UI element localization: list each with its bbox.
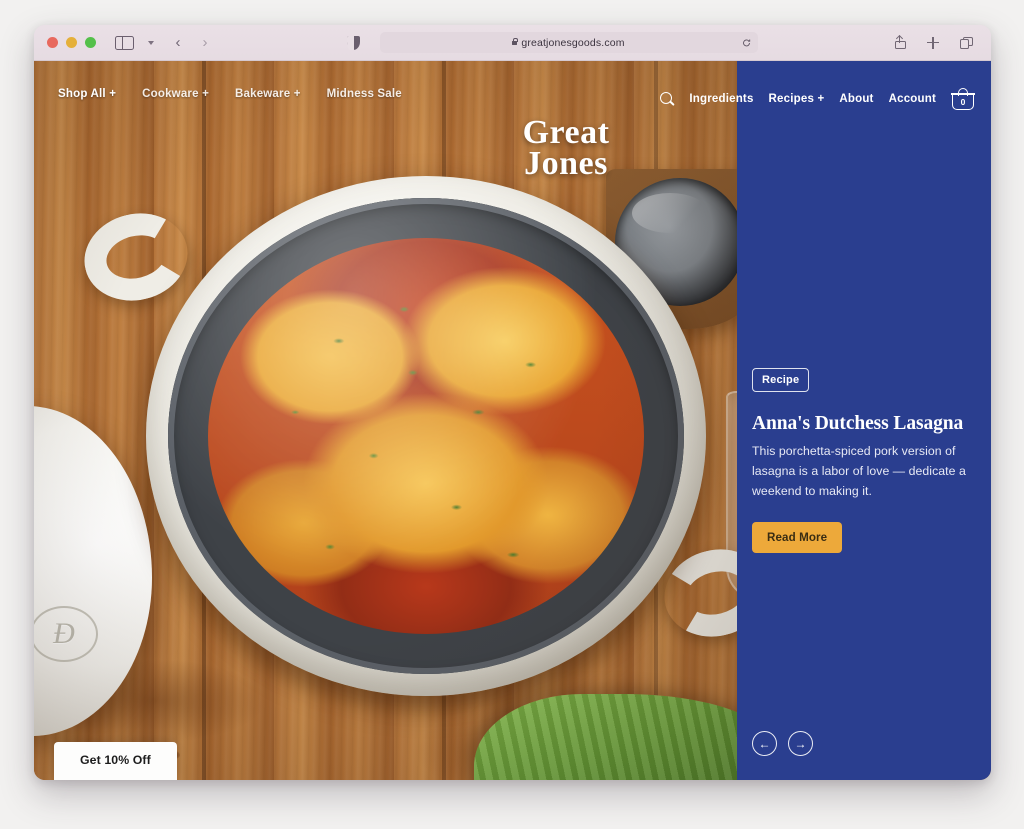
nav-item-about[interactable]: About [839,93,873,105]
recipe-panel-content: Recipe Anna's Dutchess Lasagna This porc… [752,368,976,554]
sidebar-dropdown-button[interactable] [139,32,163,54]
promo-tab[interactable]: Get 10% Off [54,742,177,780]
plus-icon [927,36,939,49]
browser-window: ‹ › greatjonesgoods.com Đ Recipe Anna's … [34,25,991,780]
secondary-navigation: Ingredients Recipes + About Account 0 [660,88,975,110]
arrow-left-icon: ← [758,736,771,751]
new-tab-button[interactable] [921,32,945,54]
chevron-left-icon: ‹ [175,34,181,51]
carousel-prev-button[interactable]: ← [752,731,777,756]
nav-item-cookware[interactable]: Cookware + [142,88,209,100]
window-controls [47,37,96,48]
logo-line-2: Jones [524,145,608,183]
arrow-right-icon: → [794,736,807,751]
share-button[interactable] [888,32,912,54]
forward-button[interactable]: › [193,32,217,54]
tab-overview-button[interactable] [954,32,978,54]
chevron-down-icon [148,40,154,45]
sidebar-icon [114,35,134,50]
recipe-title: Anna's Dutchess Lasagna [752,413,964,434]
tabs-icon [959,36,973,49]
lock-icon [512,38,519,45]
recipe-description: This porchetta-spiced pork version of la… [752,444,966,499]
basket-icon: 0 [951,93,975,110]
nav-item-ingredients[interactable]: Ingredients [689,93,753,105]
status-badge: Recipe [752,368,810,392]
url-text: greatjonesgoods.com [521,36,625,49]
reload-icon[interactable] [742,38,751,47]
nav-item-shop-all[interactable]: Shop All + [58,88,116,100]
nav-item-bakeware[interactable]: Bakeware + [235,88,301,100]
browser-toolbar: ‹ › greatjonesgoods.com [34,25,991,61]
search-icon[interactable] [660,92,674,106]
lid-monogram: Đ [34,606,98,662]
privacy-report-button[interactable] [342,32,366,54]
carousel-navigation: ← → [752,731,813,756]
primary-navigation: Shop All + Cookware + Bakeware + Midness… [34,61,402,100]
sidebar-toggle-button[interactable] [112,32,136,54]
back-button[interactable]: ‹ [166,32,190,54]
cart-button[interactable]: 0 [951,88,975,110]
pot-rim [168,198,684,674]
nav-item-midness-sale[interactable]: Midness Sale [327,88,402,100]
chevron-right-icon: › [202,34,208,51]
address-bar-region: greatjonesgoods.com [217,32,882,54]
dutch-oven [75,176,737,696]
nav-item-recipes[interactable]: Recipes + [769,93,825,105]
carousel-next-button[interactable]: → [788,731,813,756]
minimize-window-button[interactable] [66,37,77,48]
close-window-button[interactable] [47,37,58,48]
address-bar[interactable]: greatjonesgoods.com [379,32,758,53]
zoom-window-button[interactable] [85,37,96,48]
page-viewport: Đ Recipe Anna's Dutchess Lasagna This po… [34,61,991,780]
cart-count: 0 [960,97,966,108]
read-more-button[interactable]: Read More [752,522,843,554]
recipe-panel: Recipe Anna's Dutchess Lasagna This porc… [737,61,991,780]
share-icon [894,36,906,49]
toolbar-left-controls: ‹ › [112,32,217,54]
toolbar-right-controls [888,32,978,54]
nav-item-account[interactable]: Account [889,93,936,105]
site-logo[interactable]: Great Jones [486,116,646,183]
lasagna-sheen [168,198,684,674]
shield-icon [347,35,360,50]
